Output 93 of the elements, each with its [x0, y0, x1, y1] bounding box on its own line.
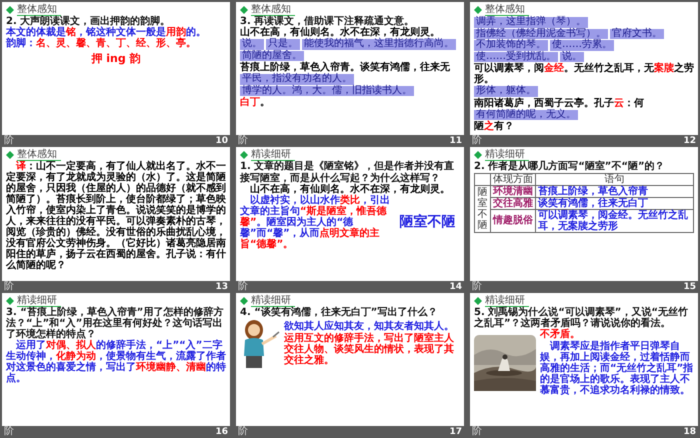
- section-title: 精读细研: [251, 294, 295, 307]
- paragraph: 欲知其人应知其友，知其友者知其人。: [284, 321, 455, 332]
- annotation-label: 平民，指没有功名的人。: [240, 74, 354, 85]
- annotation-label: 官府文书。: [610, 28, 664, 39]
- transition-mark: 阶: [238, 136, 248, 146]
- slide-thumbnail[interactable]: 整体感知 2. 大声朗读课文，画出押韵的韵脚。 本文的体裁是铭，铭这种文体一般是用韵的。 韵脚：名、灵、馨、青、丁、经、形、亭。 押 ing 韵: [2, 2, 230, 136]
- transition-mark: 阶: [4, 426, 14, 437]
- section-title: 整体感知: [251, 4, 295, 16]
- slide-thumbnail[interactable]: 精读细研 4. “谈笑有鸿儒，往来无白丁”写出了什么？ 欲知其人应知其友，知其友者知其人。 运用互文的修辞手法，写出了陋室主人交往人物、谈笑风生的情状，表现了其交往之雅。: [236, 292, 464, 426]
- section-title: 整体感知: [17, 149, 61, 162]
- annotation-label: 博学的人。鸿，大。儒，旧指读书人。: [240, 86, 414, 96]
- slide-number: 12: [683, 136, 696, 146]
- transition-mark: 阶: [472, 426, 482, 437]
- paragraph: 韵脚：名、灵、馨、青、丁、经、形、亭。: [6, 38, 197, 50]
- table-cell: 交往高雅: [490, 197, 536, 210]
- table-cell: 陋室不陋: [474, 185, 490, 232]
- diamond-icon: [6, 296, 14, 305]
- section-title: 精读细研: [485, 149, 529, 162]
- table-cell: 可以调素琴，阅金经。无丝竹之乱耳，无案牍之劳形: [536, 209, 694, 232]
- paragraph: 译：山不一定要高，有了仙人就出名了。水不一定要深，有了龙就成为灵验的（水）了。这是简陋的屋舍，只因我（住屋的人）的品德好（就不感到简陋了）。苔痕长到阶上，使台阶都绿了；草色映入竹帘，使室内染上了青色。说说笑笑的是博学的人，来来往往的没有平民。可以弹奏素朴的古琴，阅览（珍贵的）佛经。没有世俗的乐曲扰乱心境，没有官府公文劳神伤身。（它好比）诸葛亮隐居南阳住的草庐，扬子云在西蜀的屋舍。孔子说：有什么简陋的呢？: [6, 161, 226, 272]
- paragraph: 不矛盾。: [540, 329, 580, 340]
- slide-thumbnail[interactable]: 精读细研 3. “苔痕上阶绿，草色入帘青”用了怎样的修辞方法？“上”和“入”用在这里有何好处？这句话写出了环境怎样的特点？ 运用了对偶、拟人的修辞手法，“上”“入”二字生动传神，化静为动，使景物有生气，流露了作者对这景色的喜爱之情，写出了环境幽静、清幽的特点。: [2, 292, 230, 426]
- slide-thumbnail[interactable]: [2, 147, 230, 281]
- section-title: 整体感知: [485, 4, 529, 16]
- question-text: 2. 大声朗读课文，画出押韵的韵脚。: [6, 16, 172, 27]
- annotation-label: 形体，躯体。: [474, 86, 538, 96]
- question-text: 3. “苔痕上阶绿，草色入帘青”用了怎样的修辞方法？“上”和“入”用在这里有何好处？这句话写出了环境怎样的特点？: [6, 306, 224, 340]
- slide-thumbnail[interactable]: 整体感知 调弄，这里指弹（琴）。 指佛经（佛经用泥金书写）。 官府文书。 不加装饰的琴。 使……劳累。 使……受到扰乱。 说。 可以调素琴，阅金经。无丝竹之乱耳，无案牍之劳形。 形体，躯体。 南阳诸葛庐，西蜀子云亭。孔子云：何 有何简陋的呢，无义。 陋之有？: [470, 2, 698, 136]
- annotation-label: 指佛经（佛经用泥金书写）。: [474, 28, 608, 39]
- section-title: 精读细研: [251, 149, 295, 162]
- column-header: 体现方面: [490, 173, 536, 186]
- diamond-icon: [474, 151, 482, 160]
- diamond-icon: [240, 151, 248, 160]
- annotation-label: 使……受到扰乱。: [474, 52, 558, 62]
- annotation-label: 简陋的屋舍。: [240, 50, 304, 62]
- annotation-label: 说。: [560, 52, 584, 62]
- section-title: 精读细研: [17, 294, 61, 307]
- diamond-icon: [474, 6, 482, 14]
- slide-number: 10: [215, 136, 228, 146]
- question-text: 1. 文章的题目是《陋室铭》，但是作者并没有直接写陋室，而是从什么写起？为什么这样写？: [240, 161, 456, 184]
- emphasis-text: 押 ing 韵: [90, 51, 142, 68]
- diamond-icon: [6, 6, 14, 14]
- annotation-label: 能使我的福气，这里指德行高尚。: [302, 39, 456, 50]
- table-cell: 环境清幽: [490, 185, 536, 198]
- slide-number: 13: [215, 282, 228, 292]
- slide-number: 11: [449, 136, 462, 146]
- paragraph: 白丁。: [240, 97, 271, 108]
- diamond-icon: [240, 296, 248, 305]
- slide-number: 17: [449, 426, 462, 437]
- transition-mark: 阶: [238, 282, 248, 292]
- diamond-icon: [240, 6, 248, 14]
- question-text: 2. 作者是从哪几方面写“陋室”不“陋”的？: [474, 161, 666, 173]
- slide-number: 16: [215, 426, 228, 437]
- paragraph: 以虚衬实，以山水作类比，引出文章的主旨句“斯是陋室，惟吾德馨”。陋室因为主人的“德馨”而“馨”，从而点明文章的主旨“德馨”。: [240, 194, 391, 250]
- annotation-label: 使……劳累。: [550, 40, 614, 50]
- table-cell: 苔痕上阶绿，草色入帘青: [536, 185, 694, 198]
- paragraph: 陋之有？: [474, 121, 515, 132]
- paragraph: 山不在高，有仙则名。水不在深，有龙则灵。: [240, 27, 440, 38]
- question-text: 5. 刘禹锡为什么说“可以调素琴”，又说“无丝竹之乱耳”？这两者矛盾吗？请说说你的看法。: [474, 306, 689, 329]
- section-title: 整体感知: [17, 4, 61, 16]
- slide-number: 15: [683, 282, 696, 292]
- annotation-label: 只是。: [266, 39, 300, 50]
- annotation-label: 调弄，这里指弹（琴）。: [474, 17, 588, 28]
- annotation-label: 说。: [240, 39, 264, 50]
- paragraph: 运用了对偶、拟人的修辞手法，“上”“入”二字生动传神，化静为动，使景物有生气，流露了作者对这景色的喜爱之情，写出了环境幽静、清幽的特点。: [6, 340, 226, 384]
- column-header: 语句: [536, 173, 694, 186]
- slide-number: 18: [683, 426, 696, 437]
- paragraph: 山不在高，有仙则名。水不在深，有龙则灵。: [249, 184, 451, 195]
- annotation-label: 有何简陋的呢，无义。: [474, 110, 578, 120]
- transition-mark: 阶: [4, 136, 14, 146]
- paragraph: 苔痕上阶绿，草色入帘青。谈笑有鸿儒，往来无: [240, 62, 451, 74]
- diamond-icon: [474, 296, 482, 305]
- annotation-label: 不加装饰的琴。: [474, 40, 548, 50]
- diamond-icon: [6, 151, 14, 160]
- transition-mark: 阶: [4, 282, 14, 292]
- transition-mark: 阶: [472, 282, 482, 292]
- slide-thumbnail[interactable]: 精读细研 1. 文章的题目是《陋室铭》，但是作者并没有直接写陋室，而是从什么写起？为什么这样写？ 山不在高，有仙则名。水不在深，有龙则灵。 以虚衬实，以山水作类比，引出文章的主旨句“斯是陋室，惟吾德馨”。陋室因为主人的“德馨”而“馨”，从而点明文章的主旨“德馨”。 陋室不陋: [236, 147, 464, 281]
- slide-thumbnail[interactable]: 整体感知 3. 再读课文，借助课下注释疏通文意。 山不在高，有仙则名。水不在深，有龙则灵。 说。 只是。 能使我的福气，这里指德行高尚。 简陋的屋舍。 苔痕上阶绿，草色入帘青。谈笑有鸿儒，往来无 平民，指没有功名的人。 博学的人。鸿，大。儒，旧指读书人。 白丁。: [236, 2, 464, 136]
- paragraph: 运用互文的修辞手法，写出了陋室主人交往人物、谈笑风生的情状，表现了其交往之雅。: [284, 333, 455, 366]
- slide-number: 14: [449, 282, 462, 292]
- paragraph: 调素琴应是指作者平日弹琴自娱，再加上阅读金经，过着恬静而高雅的生活；而“无丝竹之乱耳”指的是官场上的歌乐。表现了主人不慕富贵，不追求功名利禄的情致。: [540, 341, 694, 396]
- emphasis-text: 陋室不陋: [398, 212, 456, 232]
- question-text: 4. “谈笑有鸿儒，往来无白丁”写出了什么？: [240, 306, 438, 318]
- slide-thumbnail[interactable]: 精读细研 5. 刘禹锡为什么说“可以调素琴”，又说“无丝竹之乱耳”？这两者矛盾吗？请说说你的看法。 不矛盾。 调素琴应是指作者平日弹琴自娱，再加上阅读金经，过着恬静而高雅的生活；而“无丝竹之乱耳”指的是官场上的歌乐。表现了主人不慕富贵，不追求功名利禄的情致。: [470, 292, 698, 426]
- question-text: 3. 再读课文，借助课下注释疏通文意。: [240, 16, 414, 27]
- paragraph: 可以调素琴，阅金经。无丝竹之乱耳，无案牍之劳形。: [474, 63, 694, 85]
- table-cell: 情趣脱俗: [490, 209, 536, 232]
- table-cell: 谈笑有鸿儒，往来无白丁: [536, 197, 694, 210]
- section-title: 精读细研: [485, 294, 529, 307]
- transition-mark: 阶: [472, 136, 482, 146]
- paragraph: 本文的体裁是铭，铭这种文体一般是用韵的。: [6, 27, 207, 38]
- paragraph: 南阳诸葛庐，西蜀子云亭。孔子云：何: [474, 98, 645, 108]
- transition-mark: 阶: [238, 426, 248, 437]
